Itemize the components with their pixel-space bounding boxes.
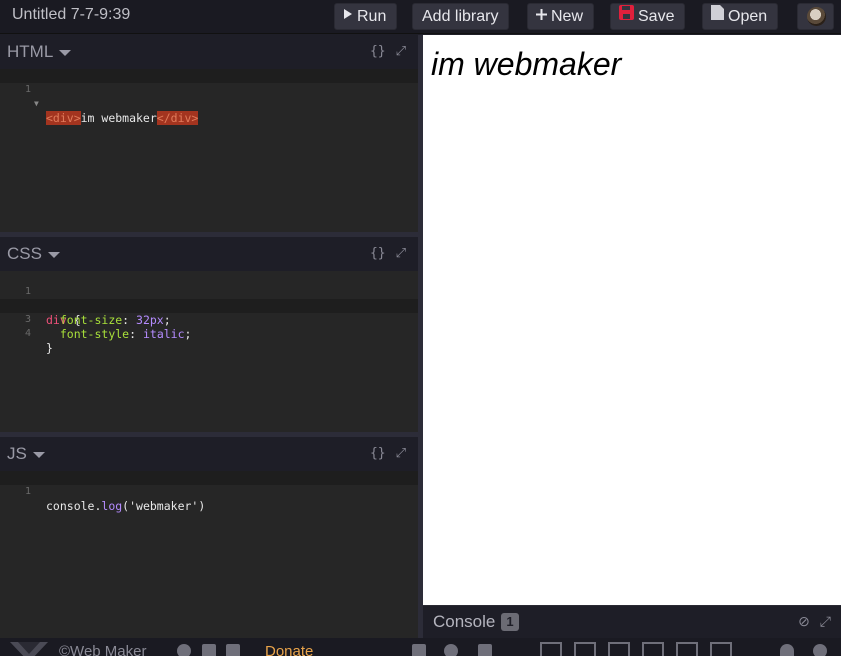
fold-arrow-icon[interactable]: ▼ xyxy=(34,97,39,111)
download-icon[interactable] xyxy=(412,644,426,656)
layout-2-icon[interactable] xyxy=(574,642,596,656)
footer-brand[interactable]: ©Web Maker xyxy=(59,643,146,656)
code-token: font-style xyxy=(59,327,130,341)
settings-gear-icon[interactable] xyxy=(813,644,827,656)
expand-icon[interactable]: ⤢ xyxy=(396,446,406,461)
js-pane-header: JS {} ⤢ xyxy=(0,437,418,471)
user-avatar-button[interactable] xyxy=(797,3,834,30)
run-button[interactable]: Run xyxy=(334,3,398,30)
console-bar[interactable]: Console 1 ⊘ ⤢ xyxy=(423,605,841,638)
play-icon xyxy=(343,3,353,28)
format-code-icon[interactable]: {} xyxy=(370,446,386,461)
layout-5-icon[interactable] xyxy=(676,642,698,656)
css-mode-selector[interactable]: CSS xyxy=(7,244,60,264)
camera-icon[interactable] xyxy=(478,644,492,656)
line-number: 1 xyxy=(24,84,31,95)
code-line: 3 font-style: italic; xyxy=(0,299,418,341)
donate-link[interactable]: Donate xyxy=(265,643,313,656)
console-count-badge: 1 xyxy=(501,613,519,631)
avatar xyxy=(807,7,826,26)
code-token: log xyxy=(101,499,123,513)
help-icon[interactable] xyxy=(177,644,191,656)
chevron-down-icon xyxy=(32,451,45,458)
html-pane-header: HTML {} ⤢ xyxy=(0,35,418,69)
top-bar: Untitled 7-7-9:39 Run Add library New Sa… xyxy=(0,0,841,34)
code-line: 2 font-size: 32px; xyxy=(0,285,418,327)
new-button[interactable]: New xyxy=(527,3,595,30)
code-token: im webmaker xyxy=(80,111,157,125)
webmaker-logo-icon[interactable] xyxy=(10,642,48,656)
document-icon xyxy=(711,3,724,28)
code-token: <div> xyxy=(46,111,81,125)
code-line: 4 } xyxy=(0,313,418,355)
code-token: </div> xyxy=(156,111,199,125)
save-button[interactable]: Save xyxy=(610,3,686,30)
preview-frame[interactable]: im webmaker xyxy=(423,35,841,605)
chevron-down-icon xyxy=(47,251,60,258)
console-title[interactable]: Console 1 xyxy=(433,612,519,632)
html-mode-selector[interactable]: HTML xyxy=(7,42,72,62)
js-mode-selector[interactable]: JS xyxy=(7,444,45,464)
css-pane: CSS {} ⤢ 1 ▼ div { 2 font-size: 32px; 3 f… xyxy=(0,237,418,432)
code-line: 1 console.log('webmaker') xyxy=(0,471,418,513)
expand-icon[interactable]: ⤢ xyxy=(820,613,831,629)
editors-panel: HTML {} ⤢ 1 ▼ <div>im webmaker</div> CSS … xyxy=(0,35,418,638)
layout-1-icon[interactable] xyxy=(540,642,562,656)
footer: ©Web Maker Donate xyxy=(0,638,841,656)
css-code-editor[interactable]: 1 ▼ div { 2 font-size: 32px; 3 font-styl… xyxy=(0,271,418,432)
open-button[interactable]: Open xyxy=(702,3,779,30)
codepen-icon[interactable] xyxy=(444,644,458,656)
layout-4-icon[interactable] xyxy=(642,642,664,656)
js-pane: JS {} ⤢ 1 console.log('webmaker') xyxy=(0,437,418,638)
code-line: 1 ▼ <div>im webmaker</div> xyxy=(0,69,418,125)
format-code-icon[interactable]: {} xyxy=(370,44,386,59)
code-token: console. xyxy=(46,499,102,513)
chevron-down-icon xyxy=(59,49,72,56)
code-token: } xyxy=(46,341,53,355)
code-token: ) xyxy=(198,499,206,513)
detached-preview-icon[interactable] xyxy=(710,642,732,656)
keyboard-icon[interactable] xyxy=(202,644,216,656)
expand-icon[interactable]: ⤢ xyxy=(396,246,406,261)
line-number: 1 xyxy=(24,486,31,497)
plus-icon xyxy=(536,3,547,28)
code-token: italic xyxy=(142,327,185,341)
project-title[interactable]: Untitled 7-7-9:39 xyxy=(12,6,130,24)
html-pane: HTML {} ⤢ 1 ▼ <div>im webmaker</div> xyxy=(0,35,418,232)
js-code-editor[interactable]: 1 console.log('webmaker') xyxy=(0,471,418,638)
preview-output-text: im webmaker xyxy=(431,46,622,82)
html-code-editor[interactable]: 1 ▼ <div>im webmaker</div> xyxy=(0,69,418,232)
format-code-icon[interactable]: {} xyxy=(370,246,386,261)
layout-3-icon[interactable] xyxy=(608,642,630,656)
line-number: 4 xyxy=(24,328,31,339)
add-library-button[interactable]: Add library xyxy=(412,3,510,30)
css-pane-header: CSS {} ⤢ xyxy=(0,237,418,271)
expand-icon[interactable]: ⤢ xyxy=(396,44,406,59)
twitter-icon[interactable] xyxy=(226,644,240,656)
floppy-disk-icon xyxy=(619,3,634,28)
code-token: 'webmaker' xyxy=(129,499,199,513)
notifications-icon[interactable] xyxy=(780,644,794,656)
code-line: 1 ▼ div { xyxy=(0,271,418,327)
clear-console-icon[interactable]: ⊘ xyxy=(798,613,810,629)
